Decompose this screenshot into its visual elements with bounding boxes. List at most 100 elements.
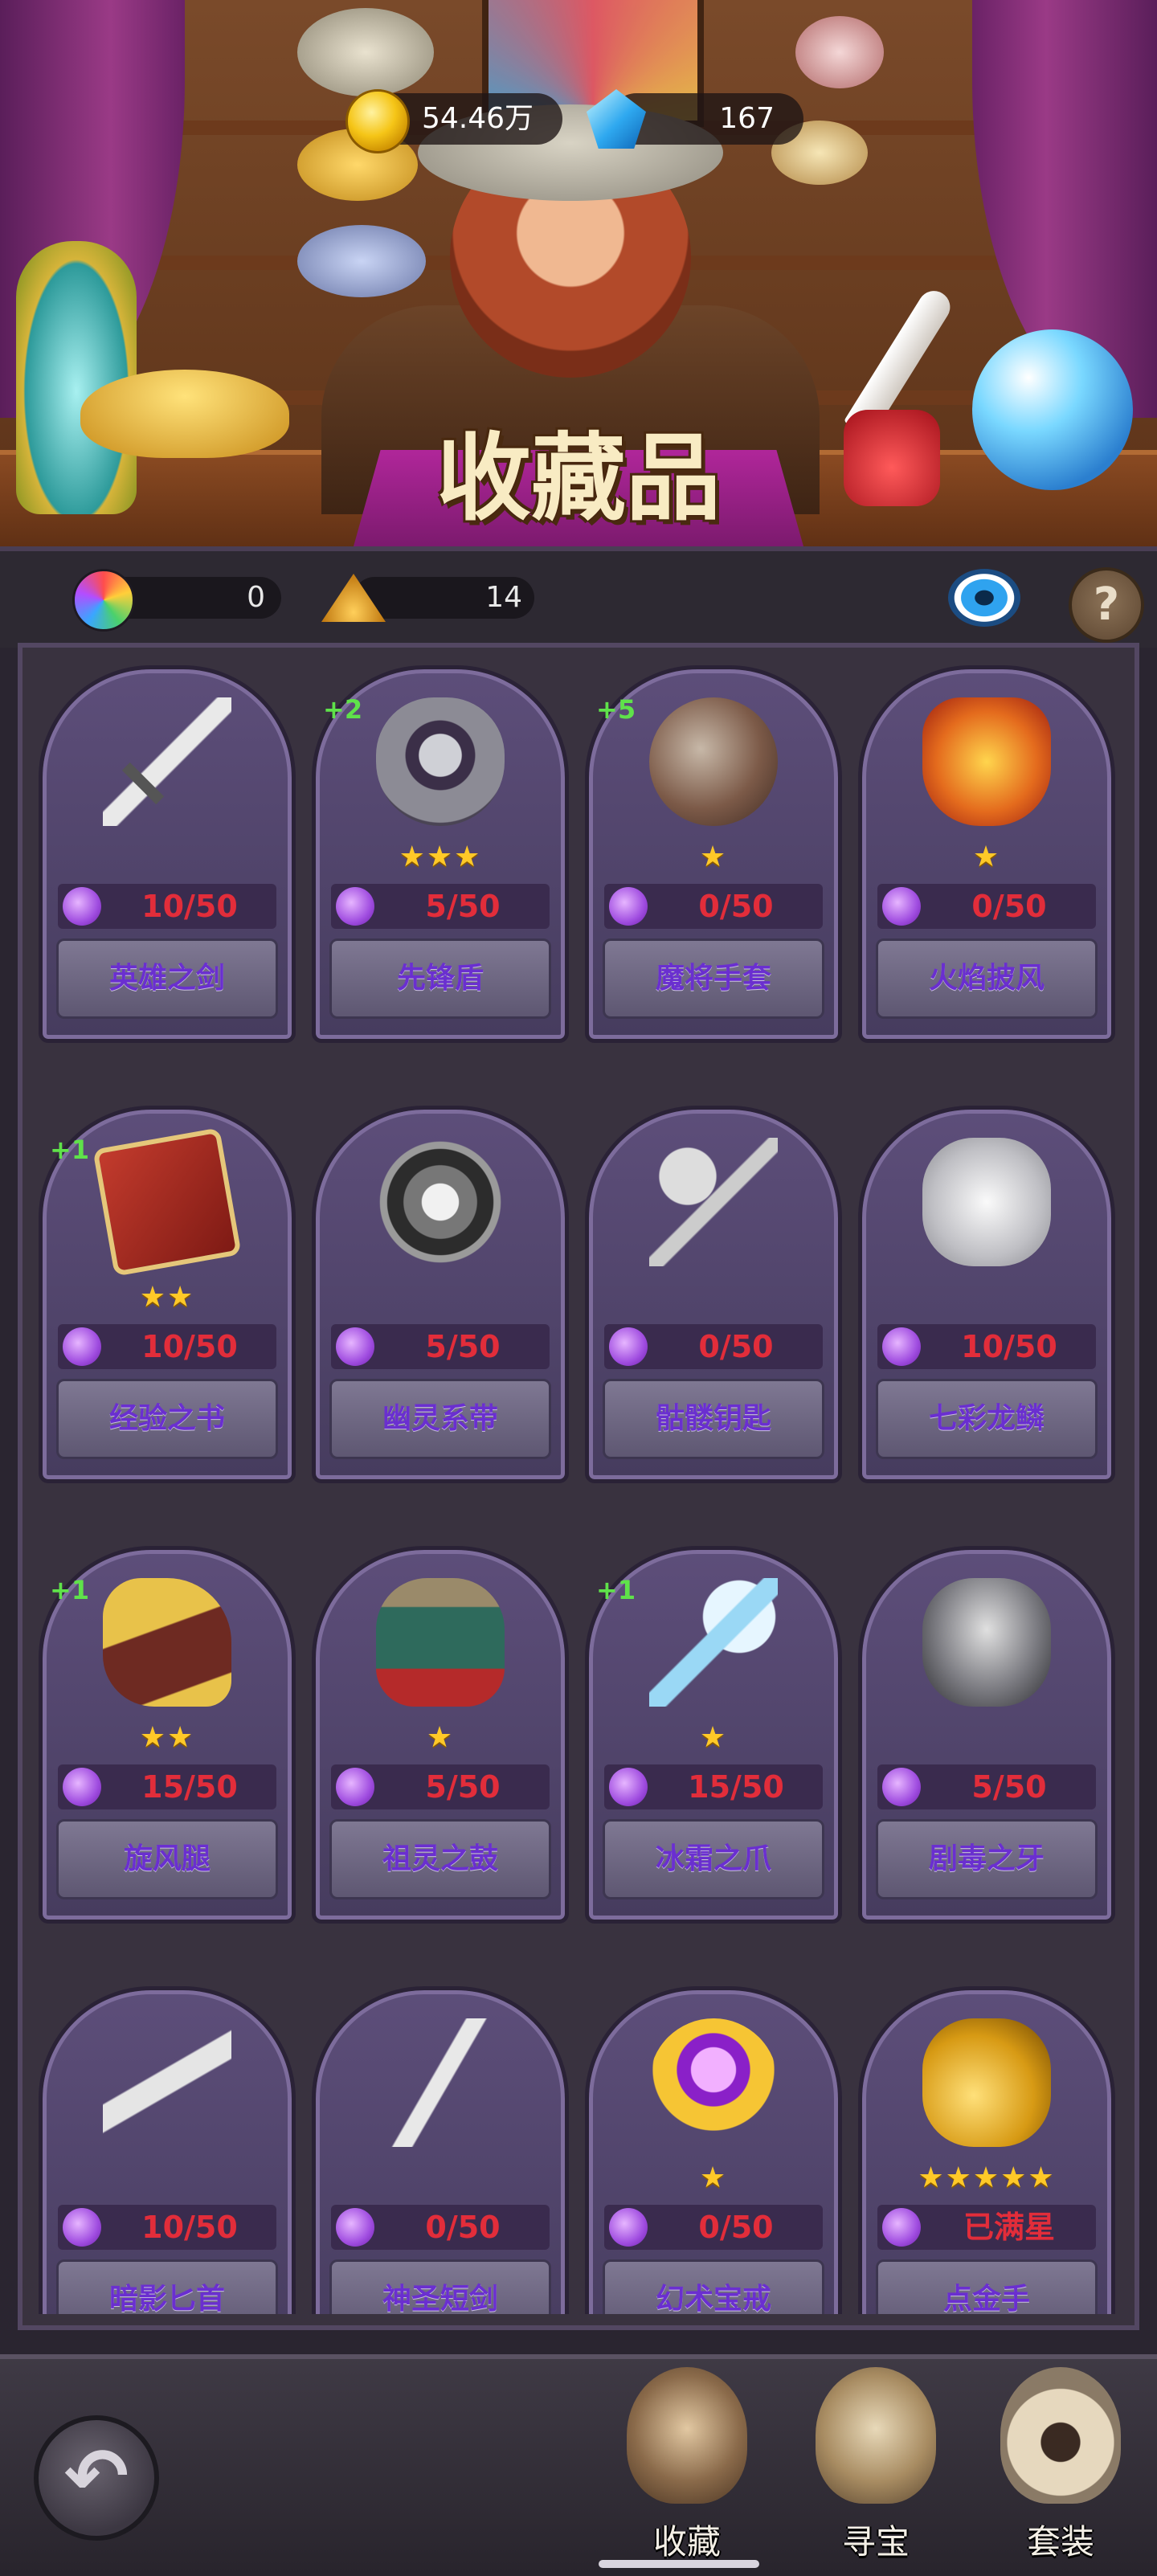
collection-card[interactable]: 10/50 英雄之剑 — [39, 665, 296, 1043]
star-rating: ★ — [699, 2161, 728, 2194]
progress-row: 10/50 — [58, 1324, 276, 1369]
potion-bottle-icon — [16, 241, 137, 514]
rainbow-shard-icon — [72, 569, 135, 632]
bonus-level: +1 — [50, 1135, 90, 1165]
gem-amount: 167 — [719, 102, 775, 135]
progress-row: 0/50 — [604, 2205, 823, 2250]
progress-text: 5/50 — [971, 1769, 1047, 1805]
shard-count: 0 — [247, 581, 265, 614]
item-name-plate: 神圣短剑 — [329, 2259, 551, 2314]
collection-card[interactable]: +1 ★★ 15/50 旋风腿 — [39, 1546, 296, 1924]
shard-icon — [882, 887, 921, 926]
tab-collection[interactable]: 收藏 — [611, 2367, 763, 2576]
bonus-level: +5 — [596, 694, 636, 725]
eye-icon[interactable] — [948, 569, 1020, 627]
item-name: 火焰披风 — [928, 962, 1045, 995]
shard-resource[interactable]: 0 — [72, 569, 281, 632]
progress-row: 5/50 — [877, 1764, 1096, 1809]
item-name: 暗影匕首 — [108, 2283, 225, 2314]
item-name: 神圣短剑 — [382, 2283, 498, 2314]
item-name: 点金手 — [942, 2283, 1030, 2314]
item-name-plate: 剧毒之牙 — [876, 1819, 1098, 1899]
shard-icon — [882, 2208, 921, 2247]
ring-icon — [649, 2018, 778, 2147]
progress-row: 5/50 — [331, 1764, 550, 1809]
gauntlet-icon — [649, 697, 778, 826]
key-icon — [649, 1138, 778, 1266]
star-rating: ★ — [972, 840, 1001, 873]
collection-card[interactable]: 10/50 七彩龙鳞 — [858, 1106, 1115, 1483]
star-rating: ★★ — [139, 1281, 195, 1314]
item-name: 幻术宝戒 — [655, 2283, 771, 2314]
inkpot-icon — [844, 410, 940, 506]
star-rating: ★★★ — [399, 840, 482, 873]
collection-card[interactable]: 10/50 暗影匕首 — [39, 1986, 296, 2314]
resource-bar: 0 14 ? — [0, 546, 1157, 648]
collection-card[interactable]: ★★★★★ 已满星点金手 — [858, 1986, 1115, 2314]
magic-lamp-icon — [80, 370, 289, 458]
item-name-plate: 七彩龙鳞 — [876, 1379, 1098, 1459]
progress-row: 10/50 — [58, 2205, 276, 2250]
collection-card[interactable]: 5/50 幽灵系带 — [312, 1106, 569, 1483]
collection-card[interactable]: ★ 5/50 祖灵之鼓 — [312, 1546, 569, 1924]
progress-row: 15/50 — [604, 1764, 823, 1809]
gem-counter[interactable]: 167 — [587, 89, 803, 149]
progress-text: 0/50 — [425, 2210, 501, 2245]
active-tab-indicator — [599, 2560, 759, 2568]
gold-amount: 54.46万 — [421, 102, 534, 135]
progress-row: 10/50 — [58, 884, 276, 929]
item-name: 旋风腿 — [123, 1842, 211, 1875]
collection-card[interactable]: +1 ★ 15/50 冰霜之爪 — [585, 1546, 842, 1924]
item-name: 骷髅钥匙 — [655, 1402, 771, 1435]
help-button[interactable]: ? — [1069, 567, 1144, 643]
treasure-tab-icon — [816, 2367, 936, 2504]
bottom-nav: ↶ 收藏 寻宝 套装 — [0, 2354, 1157, 2576]
shard-icon — [336, 1768, 374, 1806]
progress-text: 10/50 — [141, 2210, 238, 2245]
gold-counter[interactable]: 54.46万 — [345, 89, 562, 153]
collection-card[interactable]: +2 ★★★ 5/50 先锋盾 — [312, 665, 569, 1043]
shard-icon — [336, 2208, 374, 2247]
gold-coin-icon — [345, 89, 410, 153]
collection-card[interactable]: +5 ★ 0/50 魔将手套 — [585, 665, 842, 1043]
cape-icon — [922, 697, 1051, 826]
collection-card[interactable]: ★ 0/50 幻术宝戒 — [585, 1986, 842, 2314]
progress-text: 15/50 — [141, 1769, 238, 1805]
progress-text: 0/50 — [971, 889, 1047, 924]
progress-row: 10/50 — [877, 1324, 1096, 1369]
item-name: 魔将手套 — [655, 962, 771, 995]
progress-row: 5/50 — [331, 1324, 550, 1369]
collection-card[interactable]: 0/50 神圣短剑 — [312, 1986, 569, 2314]
back-arrow-icon[interactable]: ↶ — [34, 2415, 159, 2541]
shop-header-scene: 收藏品 54.46万 167 — [0, 0, 1157, 546]
dust-resource[interactable]: 14 — [321, 569, 538, 627]
shard-icon — [882, 1327, 921, 1366]
tab-treasure-hunt[interactable]: 寻宝 — [799, 2367, 952, 2576]
item-name-plate: 幽灵系带 — [329, 1379, 551, 1459]
shard-icon — [609, 1768, 648, 1806]
item-name-plate: 暗影匕首 — [56, 2259, 278, 2314]
sword-icon — [103, 697, 231, 826]
bonus-level: +2 — [323, 694, 363, 725]
tab-sets[interactable]: 套装 — [984, 2367, 1137, 2576]
item-name: 经验之书 — [108, 1402, 225, 1435]
collection-card[interactable]: 5/50 剧毒之牙 — [858, 1546, 1115, 1924]
item-name-plate: 英雄之剑 — [56, 938, 278, 1019]
collection-card[interactable]: ★ 0/50 火焰披风 — [858, 665, 1115, 1043]
tab-set-label: 套装 — [1026, 2522, 1094, 2562]
progress-text: 10/50 — [141, 1329, 238, 1364]
item-name: 剧毒之牙 — [928, 1842, 1045, 1875]
star-rating: ★★★★★ — [918, 2161, 1056, 2194]
item-name-plate: 经验之书 — [56, 1379, 278, 1459]
boot-icon — [103, 1578, 231, 1707]
drum-icon — [376, 1578, 505, 1707]
dust-count: 14 — [485, 581, 522, 614]
tab-treasure-label: 寻宝 — [841, 2522, 910, 2562]
collection-card[interactable]: +1 ★★ 10/50 经验之书 — [39, 1106, 296, 1483]
collection-card[interactable]: 0/50 骷髅钥匙 — [585, 1106, 842, 1483]
progress-text: 5/50 — [425, 889, 501, 924]
progress-text: 已满星 — [963, 2210, 1055, 2245]
progress-text: 5/50 — [425, 1769, 501, 1805]
collection-grid[interactable]: 10/50 英雄之剑 +2 ★★★ 5/50 先锋盾 +5 ★ 0/50 魔将手套 ★ 0/50 火焰披… — [19, 665, 1138, 2314]
item-name-plate: 先锋盾 — [329, 938, 551, 1019]
